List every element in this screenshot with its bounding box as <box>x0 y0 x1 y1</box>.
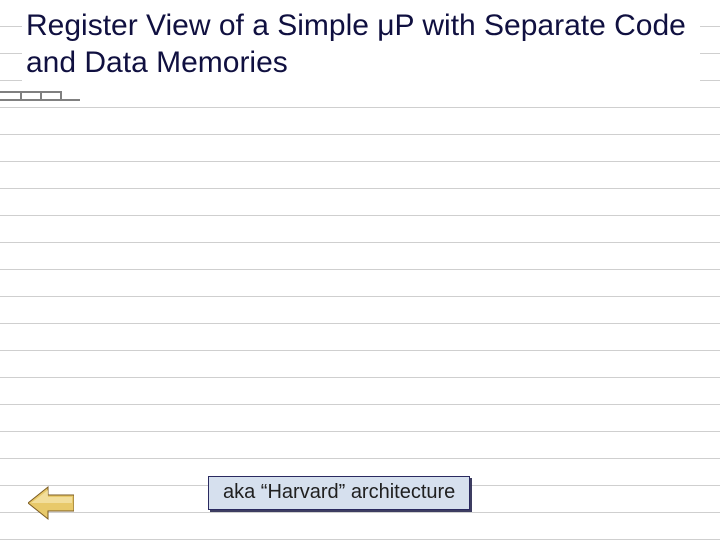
decorative-tick <box>60 91 62 99</box>
back-arrow-button[interactable] <box>28 484 74 522</box>
slide-title: Register View of a Simple μP with Separa… <box>26 8 696 81</box>
decorative-tick <box>20 91 22 99</box>
left-arrow-icon <box>28 484 74 522</box>
caption-text: aka “Harvard” architecture <box>223 481 455 504</box>
decorative-rule-bottom <box>0 99 80 101</box>
title-block: Register View of a Simple μP with Separa… <box>22 4 700 87</box>
decorative-tick <box>40 91 42 99</box>
slide: Register View of a Simple μP with Separa… <box>0 0 720 540</box>
caption-box: aka “Harvard” architecture <box>208 476 470 510</box>
decorative-rule-top <box>0 91 60 93</box>
